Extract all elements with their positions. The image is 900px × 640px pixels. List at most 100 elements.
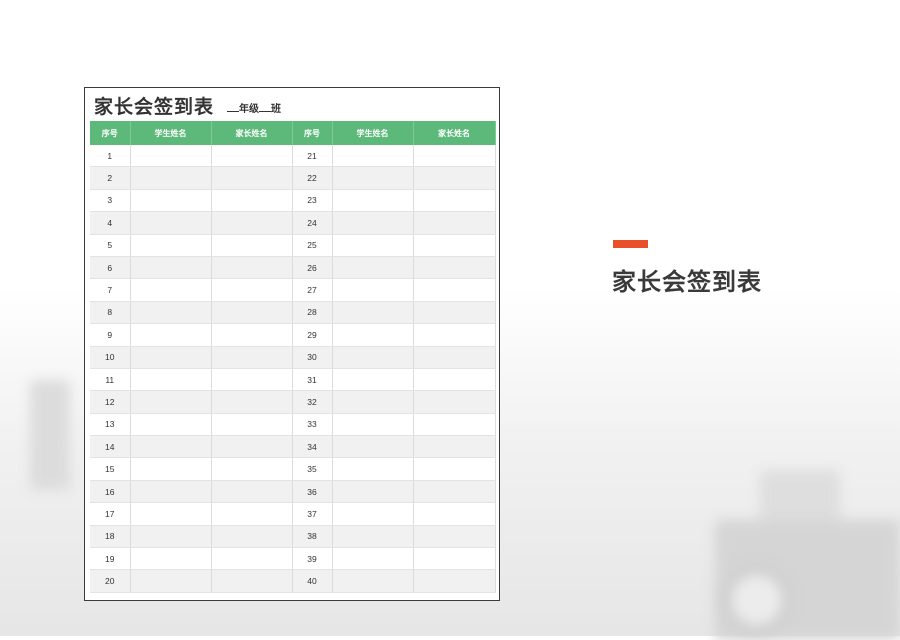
parent-name-cell <box>211 502 293 526</box>
row-number: 29 <box>292 323 333 347</box>
sheet-title: 家长会签到表 <box>94 97 215 118</box>
parent-name-cell <box>211 301 293 325</box>
table-row: 5 25 <box>90 234 496 257</box>
row-number: 21 <box>292 145 333 168</box>
table-row: 1 21 <box>90 145 496 168</box>
sign-in-sheet-preview: 家长会签到表 年级班 序号 学生姓名 家长姓名 序号 学生姓名 家长姓名 1 21… <box>84 87 500 601</box>
student-name-cell <box>130 525 212 549</box>
table-row: 7 27 <box>90 278 496 302</box>
parent-name-cell <box>211 278 293 302</box>
row-number: 10 <box>90 346 131 369</box>
row-number: 12 <box>90 390 131 414</box>
student-name-cell <box>332 547 414 571</box>
parent-name-cell <box>211 323 293 347</box>
parent-name-cell <box>211 435 293 459</box>
parent-name-cell <box>211 569 293 593</box>
parent-name-cell <box>211 413 293 437</box>
table-row: 3 23 <box>90 189 496 213</box>
row-number: 6 <box>90 256 131 280</box>
student-name-cell <box>130 145 212 168</box>
parent-name-cell <box>413 457 496 481</box>
table-row: 4 24 <box>90 211 496 235</box>
row-number: 17 <box>90 502 131 526</box>
row-number: 11 <box>90 368 131 392</box>
parent-name-cell <box>211 457 293 481</box>
row-number: 36 <box>292 480 333 504</box>
accent-bar <box>613 240 648 248</box>
table-row: 10 30 <box>90 346 496 369</box>
parent-name-cell <box>413 346 496 369</box>
student-name-cell <box>130 211 212 235</box>
row-number: 30 <box>292 346 333 369</box>
student-name-cell <box>130 502 212 526</box>
student-name-cell <box>332 166 414 190</box>
row-number: 19 <box>90 547 131 571</box>
student-name-cell <box>130 256 212 280</box>
row-number: 27 <box>292 278 333 302</box>
student-name-cell <box>332 457 414 481</box>
parent-name-cell <box>413 525 496 549</box>
parent-name-cell <box>211 166 293 190</box>
parent-name-cell <box>211 390 293 414</box>
student-name-cell <box>332 145 414 168</box>
row-number: 22 <box>292 166 333 190</box>
table-row: 12 32 <box>90 390 496 414</box>
student-name-cell <box>130 346 212 369</box>
table-row: 9 29 <box>90 323 496 347</box>
student-name-cell <box>332 435 414 459</box>
parent-name-cell <box>413 480 496 504</box>
background-blur-shape <box>30 380 70 490</box>
parent-name-cell <box>413 301 496 325</box>
parent-name-cell <box>413 368 496 392</box>
row-number: 33 <box>292 413 333 437</box>
student-name-cell <box>130 166 212 190</box>
table-row: 6 26 <box>90 256 496 280</box>
grade-class-line: 年级 班 <box>227 100 281 115</box>
table-row: 16 36 <box>90 480 496 504</box>
row-number: 26 <box>292 256 333 280</box>
parent-name-cell <box>413 234 496 257</box>
parent-name-cell <box>413 413 496 437</box>
row-number: 2 <box>90 166 131 190</box>
parent-name-cell <box>413 278 496 302</box>
row-number: 39 <box>292 547 333 571</box>
column-header: 序号 <box>292 121 333 145</box>
row-number: 14 <box>90 435 131 459</box>
parent-name-cell <box>413 166 496 190</box>
row-number: 31 <box>292 368 333 392</box>
table-row: 2 22 <box>90 166 496 190</box>
parent-name-cell <box>413 323 496 347</box>
row-number: 5 <box>90 234 131 257</box>
table-row: 20 40 <box>90 569 496 593</box>
student-name-cell <box>130 569 212 593</box>
parent-name-cell <box>413 189 496 213</box>
student-name-cell <box>130 189 212 213</box>
background-blur-shape <box>722 565 792 635</box>
column-header: 学生姓名 <box>130 121 212 145</box>
table-row: 15 35 <box>90 457 496 481</box>
column-header: 家长姓名 <box>413 121 496 145</box>
page-title: 家长会签到表 <box>612 269 762 296</box>
student-name-cell <box>332 413 414 437</box>
parent-name-cell <box>211 256 293 280</box>
student-name-cell <box>332 211 414 235</box>
row-number: 3 <box>90 189 131 213</box>
table-row: 14 34 <box>90 435 496 459</box>
row-number: 1 <box>90 145 131 168</box>
student-name-cell <box>130 480 212 504</box>
parent-name-cell <box>211 480 293 504</box>
row-number: 40 <box>292 569 333 593</box>
sign-in-table: 序号 学生姓名 家长姓名 序号 学生姓名 家长姓名 1 21 2 22 3 23 4 24 5 2… <box>90 121 496 593</box>
table-row: 8 28 <box>90 301 496 325</box>
row-number: 18 <box>90 525 131 549</box>
table-row: 18 38 <box>90 525 496 549</box>
class-blank <box>259 102 271 112</box>
student-name-cell <box>130 435 212 459</box>
parent-name-cell <box>211 211 293 235</box>
parent-name-cell <box>413 502 496 526</box>
parent-name-cell <box>211 368 293 392</box>
student-name-cell <box>332 502 414 526</box>
row-number: 4 <box>90 211 131 235</box>
parent-name-cell <box>413 211 496 235</box>
parent-name-cell <box>413 547 496 571</box>
